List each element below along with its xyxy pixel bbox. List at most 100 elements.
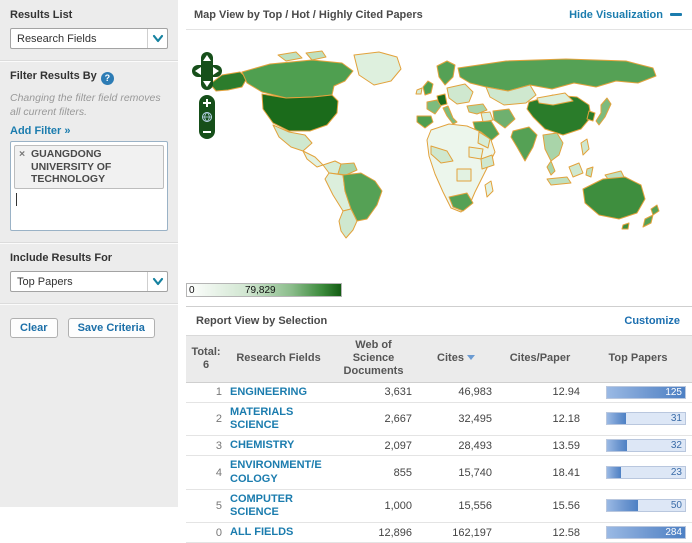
hide-visualization-link[interactable]: Hide Visualization xyxy=(569,9,682,21)
include-results-dropdown[interactable]: Top Papers xyxy=(10,271,168,292)
row-rank: 1 xyxy=(186,382,226,402)
chevron-down-icon xyxy=(147,29,167,48)
legend-max-value: 79,829 xyxy=(245,285,276,296)
research-field-link[interactable]: ALL FIELDS xyxy=(230,526,293,538)
map-region-sudan[interactable] xyxy=(469,147,483,159)
top-papers-bar-fill xyxy=(607,467,621,478)
report-header: Report View by Selection Customize xyxy=(186,307,692,335)
row-cites: 15,740 xyxy=(416,456,496,489)
total-count: 6 xyxy=(203,359,209,371)
map-region-korea[interactable] xyxy=(587,111,595,121)
map-region-malaysia[interactable] xyxy=(547,161,555,175)
map-region-borneo[interactable] xyxy=(569,163,583,177)
row-cites: 162,197 xyxy=(416,523,496,543)
top-papers-value: 50 xyxy=(671,500,682,512)
top-papers-bar-fill xyxy=(607,413,626,424)
results-list-label: Results List xyxy=(10,9,168,21)
table-row: 1ENGINEERING3,63146,98312.94125 xyxy=(186,382,692,402)
column-header-documents[interactable]: Web of Science Documents xyxy=(331,336,416,383)
remove-filter-icon[interactable]: × xyxy=(19,148,25,161)
research-field-link[interactable]: ENVIRONMENT/E COLOGY xyxy=(230,459,322,484)
include-results-label: Include Results For xyxy=(10,252,168,264)
map-region-iran[interactable] xyxy=(493,109,515,128)
map-zoom-control[interactable] xyxy=(199,95,215,139)
filter-tag: × GUANGDONG UNIVERSITY OF TECHNOLOGY xyxy=(14,145,164,189)
column-header-cites-per-paper[interactable]: Cites/Paper xyxy=(496,336,584,383)
column-header-research-fields[interactable]: Research Fields xyxy=(226,336,331,383)
top-papers-bar-fill xyxy=(607,500,638,511)
main-panel: Map View by Top / Hot / Highly Cited Pap… xyxy=(186,0,692,507)
map-region-scandinavia[interactable] xyxy=(437,61,455,85)
map-region-congo[interactable] xyxy=(457,169,471,181)
top-papers-bar: 23 xyxy=(606,466,686,479)
map-header: Map View by Top / Hot / Highly Cited Pap… xyxy=(186,0,692,30)
row-cites-per-paper: 12.18 xyxy=(496,402,584,435)
map-region-tasmania[interactable] xyxy=(622,223,629,229)
map-region-new-zealand[interactable] xyxy=(651,205,659,215)
filter-tag-label: GUANGDONG UNIVERSITY OF TECHNOLOGY xyxy=(31,148,111,185)
help-icon[interactable]: ? xyxy=(101,72,114,85)
research-field-link[interactable]: COMPUTER SCIENCE xyxy=(230,493,293,518)
map-region-italy[interactable] xyxy=(443,106,457,124)
minus-icon xyxy=(670,13,682,16)
results-list-dropdown[interactable]: Research Fields xyxy=(10,28,168,49)
map-region-australia[interactable] xyxy=(583,177,645,219)
row-cites-per-paper: 15.56 xyxy=(496,489,584,522)
actions-section: Clear Save Criteria xyxy=(0,303,178,349)
clear-button[interactable]: Clear xyxy=(10,318,58,338)
map-region-india[interactable] xyxy=(511,127,537,161)
report-table: Total: 6 Research Fields Web of Science … xyxy=(186,335,692,543)
filter-values-box[interactable]: × GUANGDONG UNIVERSITY OF TECHNOLOGY xyxy=(10,141,168,231)
map-region-philippines[interactable] xyxy=(581,139,589,155)
table-row: 5COMPUTER SCIENCE1,00015,55615.5650 xyxy=(186,489,692,522)
map-region-spain[interactable] xyxy=(417,116,433,128)
map-region-madagascar[interactable] xyxy=(485,181,493,197)
map-region-southeast-asia[interactable] xyxy=(543,133,563,161)
map-region-iraq[interactable] xyxy=(481,112,493,122)
map-region-arctic-islands[interactable] xyxy=(306,51,326,60)
map-region-greenland[interactable] xyxy=(354,52,401,85)
map-region-sulawesi[interactable] xyxy=(586,167,593,177)
row-cites: 46,983 xyxy=(416,382,496,402)
map-region-arctic-islands[interactable] xyxy=(278,52,302,61)
row-cites-per-paper: 13.59 xyxy=(496,436,584,456)
table-header-row: Total: 6 Research Fields Web of Science … xyxy=(186,336,692,383)
map-title: Map View by Top / Hot / Highly Cited Pap… xyxy=(194,9,423,21)
top-papers-value: 32 xyxy=(671,440,682,452)
map-pan-control[interactable] xyxy=(192,52,222,90)
top-papers-value: 23 xyxy=(671,467,682,479)
include-results-value: Top Papers xyxy=(11,276,147,288)
customize-link[interactable]: Customize xyxy=(624,315,680,327)
row-documents: 2,097 xyxy=(331,436,416,456)
table-row: 0ALL FIELDS12,896162,19712.58284 xyxy=(186,523,692,543)
map-region-japan[interactable] xyxy=(596,98,611,125)
map-region-united-kingdom[interactable] xyxy=(423,81,433,95)
map-region-venezuela[interactable] xyxy=(338,163,357,175)
row-documents: 12,896 xyxy=(331,523,416,543)
column-header-top-papers[interactable]: Top Papers xyxy=(584,336,692,383)
map-region-ireland[interactable] xyxy=(416,88,422,94)
map-region-new-zealand[interactable] xyxy=(643,215,653,227)
research-field-link[interactable]: MATERIALS SCIENCE xyxy=(230,406,293,431)
save-criteria-button[interactable]: Save Criteria xyxy=(68,318,155,338)
map-region-eastern-europe[interactable] xyxy=(447,84,473,104)
top-papers-bar: 284 xyxy=(606,526,686,539)
filter-input[interactable] xyxy=(14,213,164,227)
column-header-cites[interactable]: Cites xyxy=(416,336,496,383)
map-region-canada[interactable] xyxy=(242,60,353,98)
research-field-link[interactable]: CHEMISTRY xyxy=(230,439,294,451)
map-controls xyxy=(192,52,224,139)
sort-descending-icon xyxy=(467,355,475,360)
map-region-russia[interactable] xyxy=(458,59,656,91)
add-filter-link[interactable]: Add Filter » xyxy=(10,125,71,137)
research-field-link[interactable]: ENGINEERING xyxy=(230,386,307,398)
map-region-central-america[interactable] xyxy=(303,151,323,167)
text-cursor xyxy=(16,193,17,206)
row-rank: 5 xyxy=(186,489,226,522)
table-row: 3CHEMISTRY2,09728,49313.5932 xyxy=(186,436,692,456)
map-region-indonesia[interactable] xyxy=(547,177,571,185)
row-cites-per-paper: 12.94 xyxy=(496,382,584,402)
map-region-france[interactable] xyxy=(427,100,441,114)
top-papers-value: 125 xyxy=(665,387,682,399)
row-cites-per-paper: 12.58 xyxy=(496,523,584,543)
